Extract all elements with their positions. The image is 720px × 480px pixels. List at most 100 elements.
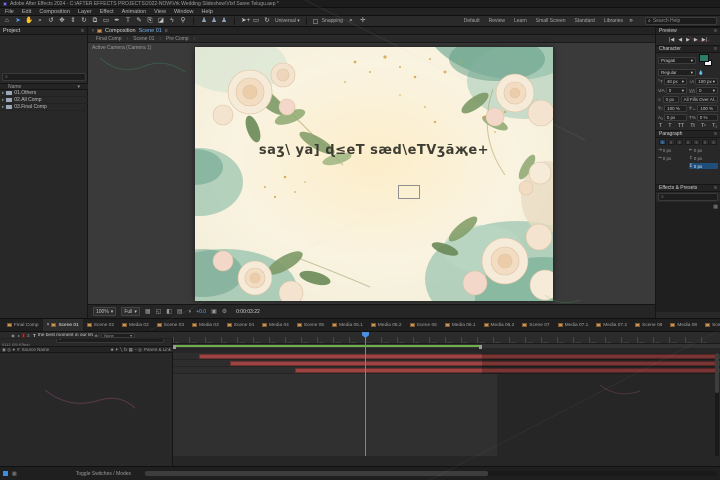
project-folder-row[interactable]: ▸ 01.Others: [0, 90, 88, 97]
transport-button[interactable]: ◀: [678, 37, 682, 43]
person-tool-icon[interactable]: ♟: [220, 18, 228, 25]
tool-icon[interactable]: ϟ: [168, 18, 176, 25]
settings-icon[interactable]: ⚙: [222, 308, 227, 315]
mask-visibility-icon[interactable]: ◧: [166, 308, 172, 315]
eyedropper-icon[interactable]: 💧: [698, 70, 704, 76]
project-folder-row[interactable]: ▸ 02.All Comp: [0, 97, 88, 104]
tool-icon[interactable]: ⌂: [3, 18, 11, 25]
align-button[interactable]: ≡: [685, 139, 692, 145]
workspace-tab[interactable]: Learn: [514, 18, 527, 24]
align-button[interactable]: ≡: [702, 139, 709, 145]
effects-panel-header[interactable]: Effects & Presets ≡: [656, 184, 720, 192]
fill-order-dropdown[interactable]: All Fills Over Al...▾: [681, 96, 718, 103]
tool-icon[interactable]: ➤: [14, 18, 22, 25]
first-line-indent-field[interactable]: ⇀0 px: [658, 155, 687, 161]
snapping-checkbox[interactable]: [313, 19, 318, 24]
workspace-tab[interactable]: Default: [464, 18, 480, 24]
menu-item[interactable]: Window: [174, 9, 194, 15]
breadcrumb[interactable]: Final Comp ‹: [96, 36, 128, 42]
label-color-chip[interactable]: [22, 333, 25, 338]
work-area-bar[interactable]: [173, 345, 482, 347]
composition-tab[interactable]: × Media 07.2: [592, 319, 631, 332]
composition-tab[interactable]: × Media 03: [188, 319, 223, 332]
workspace-tab[interactable]: Libraries: [604, 18, 623, 24]
layer-switches[interactable]: ♣ ⁄: [95, 333, 99, 338]
faux-style-button[interactable]: T₁: [712, 123, 717, 129]
preview-panel-header[interactable]: Preview ≡: [656, 27, 720, 35]
breadcrumb[interactable]: Pre Comp ‹: [166, 36, 195, 42]
composition-tab[interactable]: × Scene 03: [153, 319, 188, 332]
person-tool-icon[interactable]: ♟: [210, 18, 218, 25]
composition-tab[interactable]: × Media 07.1: [554, 319, 593, 332]
text-color-swatches[interactable]: [698, 54, 714, 67]
work-area-end-handle[interactable]: [479, 345, 482, 349]
tool-icon[interactable]: ◪: [157, 18, 165, 25]
menu-item[interactable]: Composition: [39, 9, 70, 15]
zoom-snap-icon[interactable]: ⌕: [347, 18, 355, 25]
tsume-field[interactable]: 0 %: [697, 114, 718, 121]
space-before-field[interactable]: ↥0 px: [689, 155, 718, 161]
composition-tab[interactable]: × Media 05.1: [328, 319, 367, 332]
composition-tab[interactable]: × Final Comp: [3, 319, 43, 332]
faux-style-button[interactable]: T: [668, 123, 671, 129]
tool-icon[interactable]: ✥: [58, 18, 66, 25]
new-preset-icon[interactable]: ▦: [713, 204, 718, 210]
space-after-field[interactable]: ↧0 px: [689, 163, 718, 169]
transparency-grid-icon[interactable]: ◱: [156, 308, 162, 315]
composition-tab[interactable]: × Media 02: [118, 319, 153, 332]
layer-name[interactable]: the best moment in our life: [38, 333, 93, 338]
project-panel-tab[interactable]: Project ≡: [0, 27, 87, 35]
faux-style-button[interactable]: T: [659, 123, 662, 129]
transport-button[interactable]: ▶|: [702, 37, 707, 43]
composition-mini-icon[interactable]: ▦: [12, 471, 17, 477]
extra-tool-icon[interactable]: ➤+: [241, 18, 249, 25]
timeline-track-area[interactable]: 00s10f20f01s10f20f02s10f20f03s10f20f04s1…: [173, 332, 720, 466]
panel-menu-icon[interactable]: ≡: [81, 28, 84, 34]
snapshot-icon[interactable]: ▣: [211, 308, 217, 315]
align-button[interactable]: ≡: [693, 139, 700, 145]
menu-item[interactable]: View: [154, 9, 166, 15]
time-ruler[interactable]: 00s10f20f01s10f20f02s10f20f03s10f20f04s1…: [173, 332, 720, 344]
channel-icon[interactable]: ▤: [177, 308, 183, 315]
exposure-value[interactable]: +0.0: [196, 309, 206, 315]
font-size-field[interactable]: 48 px▾: [664, 78, 687, 85]
toggle-switches-modes-button[interactable]: Toggle Switches / Modes: [76, 471, 131, 477]
menu-item[interactable]: Animation: [122, 9, 146, 15]
tool-icon[interactable]: ⎘: [146, 18, 154, 25]
tool-icon[interactable]: ✒: [113, 18, 121, 25]
font-style-dropdown[interactable]: Regular▾: [658, 69, 696, 76]
back-chevron-icon[interactable]: ‹: [92, 28, 94, 34]
twirl-icon[interactable]: ▸: [2, 104, 4, 110]
parent-column-header[interactable]: Parent & Link: [144, 347, 171, 352]
menu-item[interactable]: File: [5, 9, 14, 15]
align-button[interactable]: ≡: [710, 139, 717, 145]
tool-icon[interactable]: ↺: [47, 18, 55, 25]
character-panel-header[interactable]: Character ≡: [656, 45, 720, 53]
scrollbar-thumb[interactable]: [145, 471, 488, 476]
twirl-icon[interactable]: ▸: [18, 333, 20, 338]
workspace-tab[interactable]: Review: [489, 18, 505, 24]
stroke-width-field[interactable]: 0 px: [663, 96, 679, 103]
composition-tab[interactable]: × Scene 05: [293, 319, 328, 332]
parent-link-dropdown[interactable]: None▾: [101, 333, 135, 338]
breadcrumb[interactable]: Scene 01 ‹: [133, 36, 161, 42]
baseline-shift-field[interactable]: 0 px: [664, 114, 687, 121]
align-button[interactable]: ≡: [676, 139, 683, 145]
timeline-vertical-scrollbar[interactable]: [715, 353, 719, 456]
timeline-horizontal-scrollbar[interactable]: [145, 471, 717, 476]
tool-icon[interactable]: T: [124, 18, 132, 25]
work-area-start-handle[interactable]: [173, 345, 176, 349]
workspace-tab[interactable]: Standard: [575, 18, 595, 24]
eye-icon[interactable]: ◉: [10, 333, 16, 338]
tool-icon[interactable]: ⚲: [179, 18, 187, 25]
tool-icon[interactable]: ✋: [25, 18, 33, 25]
name-column-header[interactable]: Name: [8, 84, 21, 90]
playhead[interactable]: [365, 332, 366, 456]
left-indent-field[interactable]: ⇥0 px: [658, 147, 687, 153]
composition-tab[interactable]: × Scene 09: [701, 319, 720, 332]
tool-icon[interactable]: ✎: [135, 18, 143, 25]
tool-icon[interactable]: ⌕: [36, 18, 44, 25]
right-indent-field[interactable]: ⇤0 px: [689, 147, 718, 153]
tool-icon[interactable]: ⇕: [69, 18, 77, 25]
composition-tab[interactable]: × Scene 01: [43, 319, 83, 332]
